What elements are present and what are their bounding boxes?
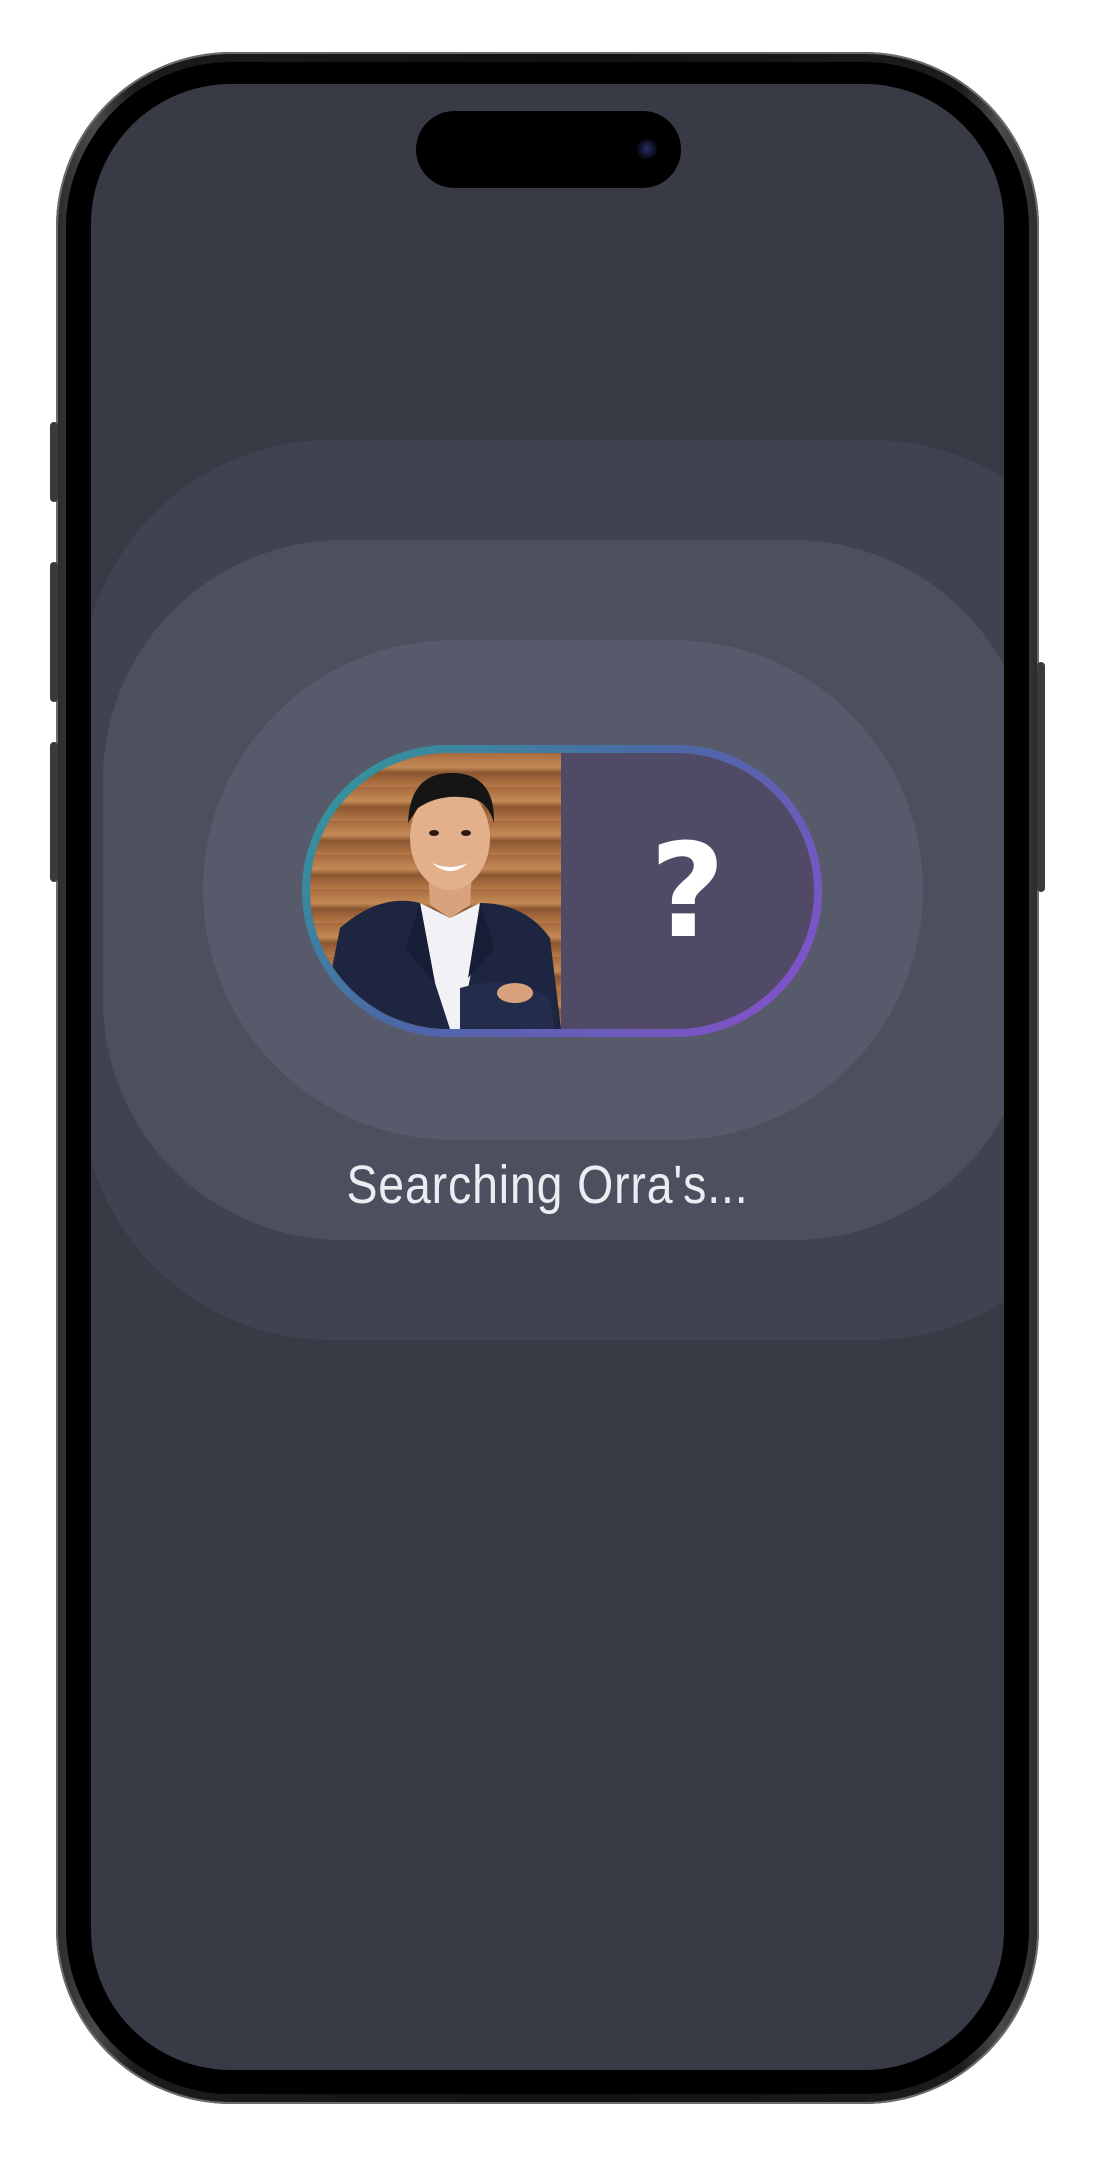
camera-icon [637, 139, 657, 159]
user-photo-illustration [320, 772, 561, 1029]
power-button[interactable] [1037, 662, 1045, 892]
app-screen: ? Searching Orra's... [91, 84, 1004, 2070]
match-search-pill-inner: ? [310, 753, 814, 1029]
volume-up-button[interactable] [50, 562, 58, 702]
volume-down-button[interactable] [50, 742, 58, 882]
user-photo [310, 753, 561, 1029]
action-button[interactable] [50, 422, 58, 502]
question-mark-icon: ? [649, 815, 726, 967]
dynamic-island [416, 111, 681, 188]
match-search-pill: ? [302, 745, 822, 1037]
searching-status-text: Searching Orra's... [346, 1155, 749, 1215]
